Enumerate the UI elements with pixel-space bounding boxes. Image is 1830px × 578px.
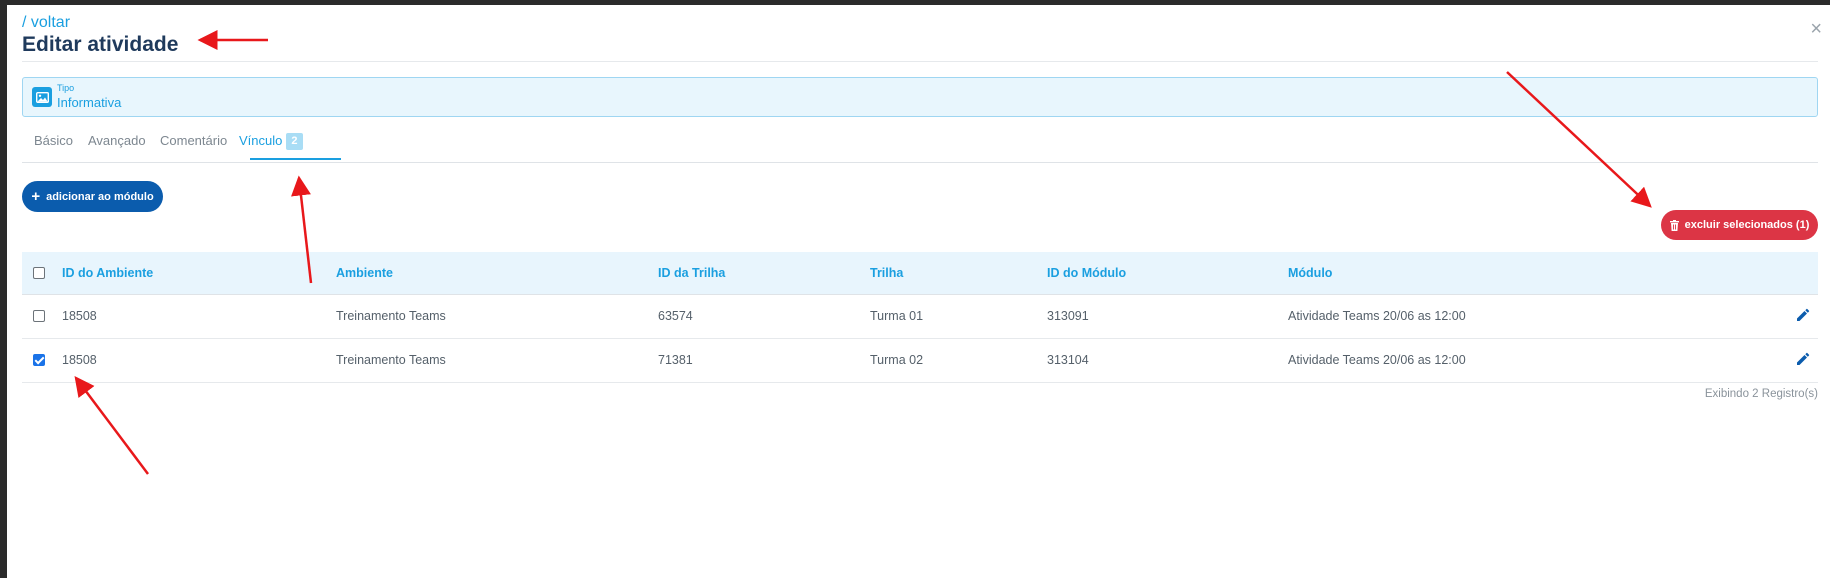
column-header-environment[interactable]: Ambiente (336, 266, 393, 280)
column-header-module[interactable]: Módulo (1288, 266, 1332, 280)
select-all-checkbox[interactable] (33, 267, 45, 279)
column-header-trail[interactable]: Trilha (870, 266, 903, 280)
table-header: ID do Ambiente Ambiente ID da Trilha Tri… (22, 252, 1818, 295)
header-divider (22, 61, 1818, 62)
activity-type-box: Tipo Informativa (22, 77, 1818, 117)
cell-trail: Turma 01 (870, 309, 924, 323)
column-header-module-id[interactable]: ID do Módulo (1047, 266, 1126, 280)
add-to-module-label: adicionar ao módulo (46, 190, 154, 203)
pencil-icon[interactable] (1796, 308, 1810, 327)
row-checkbox[interactable] (33, 354, 45, 366)
type-label: Tipo (57, 83, 75, 93)
active-tab-indicator (250, 158, 341, 160)
pencil-icon[interactable] (1796, 352, 1810, 371)
cell-module-id: 313091 (1047, 309, 1089, 323)
row-checkbox[interactable] (33, 310, 45, 322)
tab-bar: Básico Avançado Comentário Vínculo 2 (22, 123, 1818, 163)
cell-trail-id: 71381 (658, 353, 693, 367)
tab-vinculo[interactable]: Vínculo 2 (239, 133, 303, 150)
tab-avancado[interactable]: Avançado (88, 133, 146, 148)
cell-module: Atividade Teams 20/06 as 12:00 (1288, 309, 1466, 323)
delete-selected-button[interactable]: excluir selecionados (1) (1661, 210, 1818, 240)
add-to-module-button[interactable]: + adicionar ao módulo (22, 181, 163, 212)
edit-activity-modal: / voltar Editar atividade × Tipo Informa… (7, 5, 1830, 578)
image-icon (32, 87, 52, 107)
cell-trail-id: 63574 (658, 309, 693, 323)
column-header-environment-id[interactable]: ID do Ambiente (62, 266, 153, 280)
delete-selected-label: excluir selecionados (1) (1684, 219, 1810, 231)
page-title: Editar atividade (22, 33, 179, 56)
cell-environment-id: 18508 (62, 353, 97, 367)
cell-trail: Turma 02 (870, 353, 924, 367)
cell-environment: Treinamento Teams (336, 309, 446, 323)
cell-module-id: 313104 (1047, 353, 1089, 367)
plus-icon: + (31, 188, 41, 205)
tab-comentario[interactable]: Comentário (160, 133, 227, 148)
tab-basico[interactable]: Básico (34, 133, 73, 148)
cell-module: Atividade Teams 20/06 as 12:00 (1288, 353, 1466, 367)
cell-environment-id: 18508 (62, 309, 97, 323)
back-link[interactable]: / voltar (22, 14, 70, 32)
table-row: 18508 Treinamento Teams 63574 Turma 01 3… (22, 295, 1818, 339)
close-icon[interactable]: × (1810, 19, 1822, 39)
links-table: ID do Ambiente Ambiente ID da Trilha Tri… (22, 252, 1818, 383)
record-count: Exibindo 2 Registro(s) (1704, 388, 1818, 400)
tab-vinculo-label: Vínculo (239, 133, 283, 148)
table-row: 18508 Treinamento Teams 71381 Turma 02 3… (22, 339, 1818, 383)
cell-environment: Treinamento Teams (336, 353, 446, 367)
column-header-trail-id[interactable]: ID da Trilha (658, 266, 725, 280)
tab-count-badge: 2 (286, 133, 303, 150)
type-value: Informativa (57, 95, 122, 110)
trash-icon (1669, 219, 1679, 231)
